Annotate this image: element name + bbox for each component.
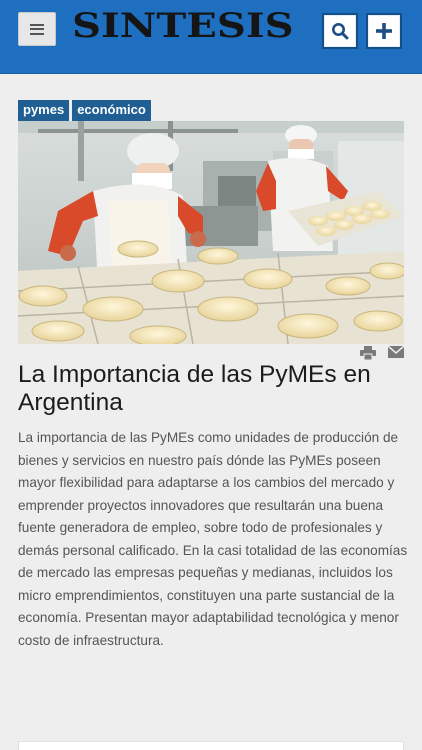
article-body: La importancia de las PyMEs como unidade…	[18, 430, 408, 648]
menu-icon	[30, 23, 44, 35]
search-icon	[332, 23, 349, 40]
next-content-card	[18, 741, 404, 750]
print-icon[interactable]	[360, 346, 376, 360]
search-button[interactable]	[322, 13, 358, 49]
article-tools	[360, 346, 404, 360]
article-title[interactable]: La Importancia de las PyMEs en Argentina	[18, 361, 408, 417]
tag-list: pymes económico	[18, 100, 151, 121]
site-logo[interactable]: SINTESIS	[72, 6, 294, 46]
top-navbar: SINTESIS	[0, 0, 422, 74]
factory-workers-image	[18, 121, 404, 344]
article-photo[interactable]	[18, 121, 404, 344]
plus-icon	[376, 23, 392, 39]
add-button[interactable]	[366, 13, 402, 49]
tag-pymes[interactable]: pymes	[18, 100, 70, 121]
tag-economico[interactable]: económico	[72, 100, 151, 121]
email-icon[interactable]	[388, 346, 404, 358]
menu-button[interactable]	[18, 12, 56, 46]
